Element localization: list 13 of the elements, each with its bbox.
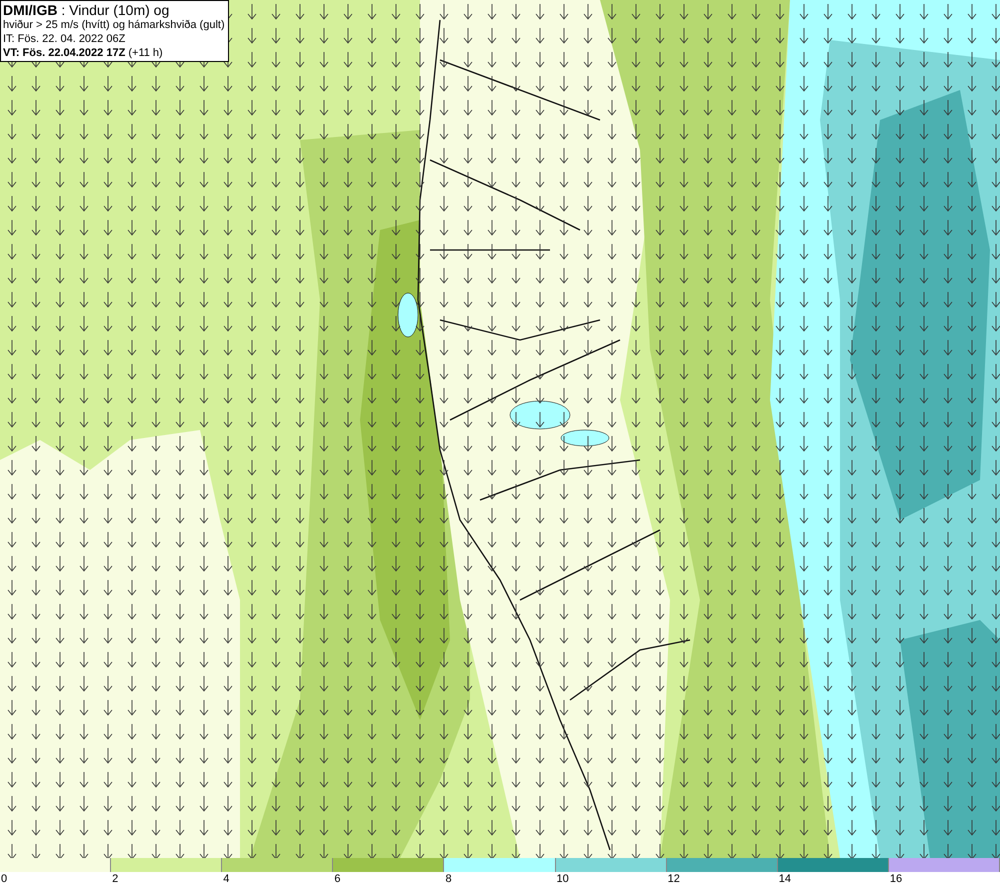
legend-label: 10 (556, 872, 569, 886)
title-text: DMI/IGB : Vindur (10m) og (3, 2, 170, 18)
legend-label: 16 (888, 872, 902, 886)
legend-label: 4 (222, 872, 230, 886)
legend-label: 14 (778, 872, 792, 886)
legend-label: 8 (444, 872, 452, 886)
legend-label: 2 (111, 872, 118, 886)
legend-label: 6 (333, 872, 340, 886)
title-text: IT: Fös. 22. 04. 2022 06Z (3, 32, 126, 46)
title-text: hviður > 25 m/s (hvítt) og hámarkshviða (gult) (3, 18, 226, 32)
legend-label: 12 (666, 872, 680, 886)
title-text: VT: Fös. 22.04.2022 17Z (+11 h) (3, 46, 164, 60)
legend-label: 0 (0, 872, 8, 886)
